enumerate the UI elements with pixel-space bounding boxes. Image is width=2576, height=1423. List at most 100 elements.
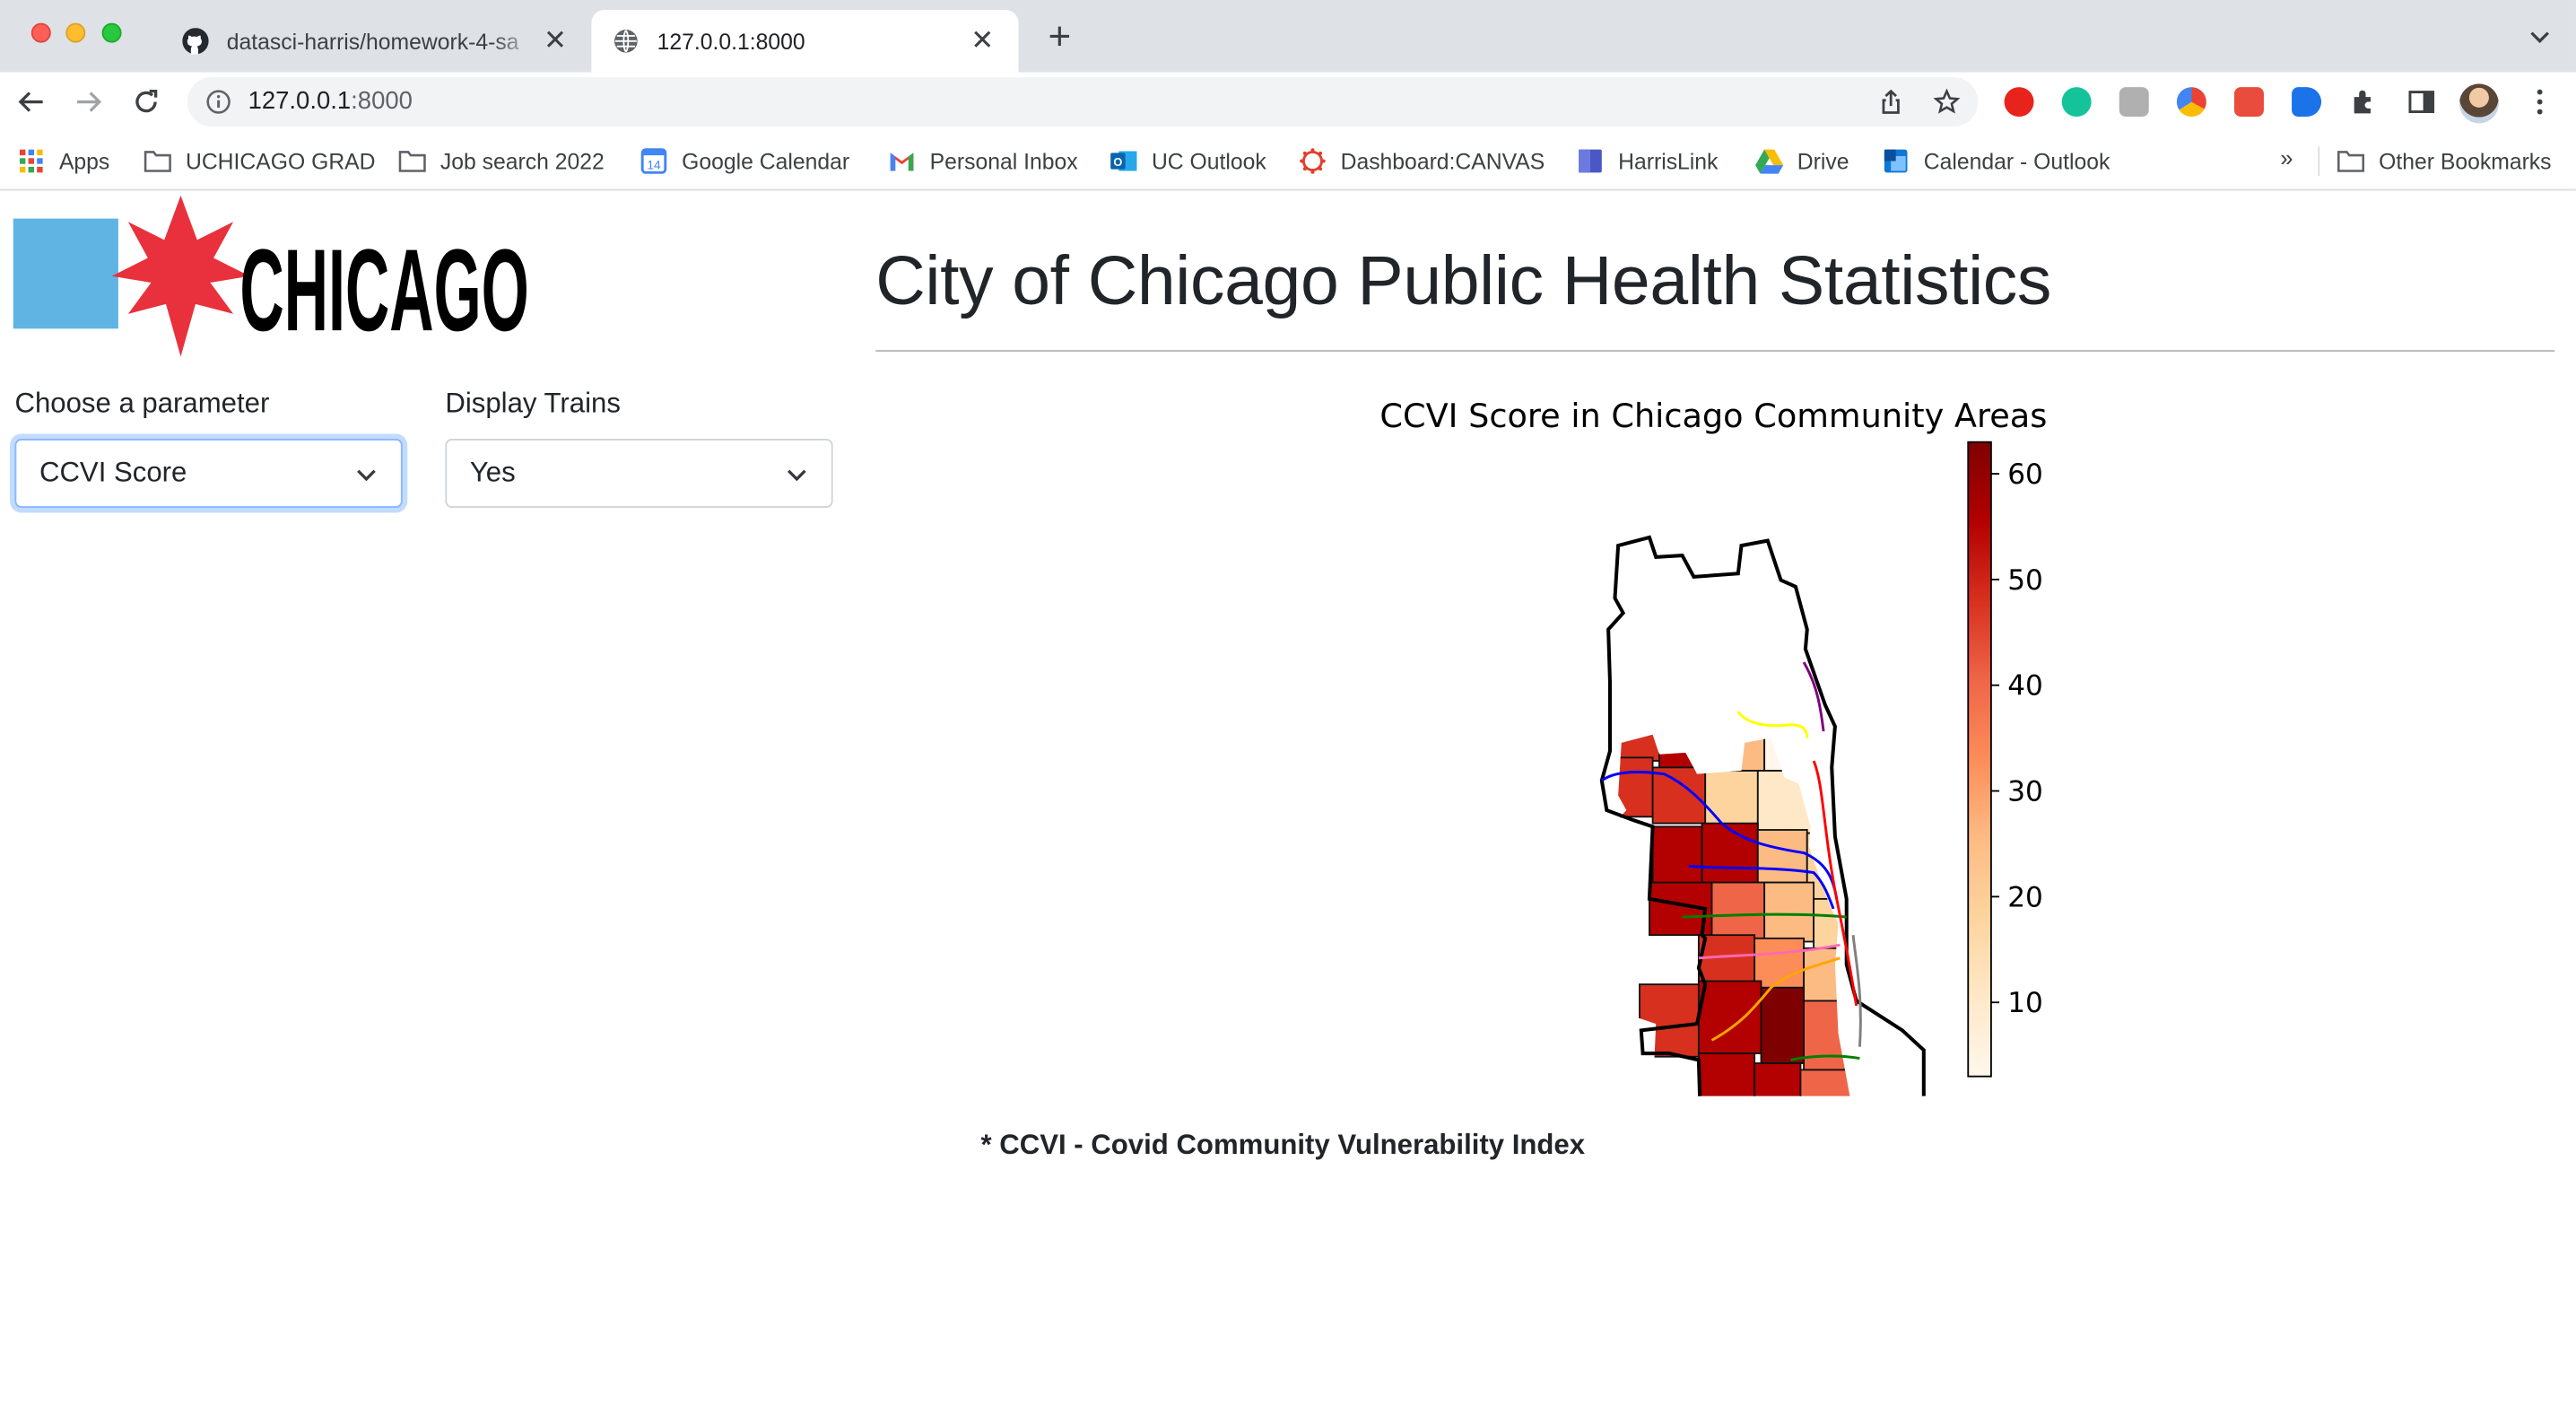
colorbar-tick-label: 10 [2007, 987, 2043, 1019]
colorbar-tick-label: 40 [2007, 670, 2043, 703]
profile-avatar[interactable] [2459, 83, 2499, 124]
canvas-icon [1298, 146, 1327, 176]
community-area-4 [1738, 541, 1791, 604]
logo-blue-square [13, 218, 118, 329]
close-tab-icon[interactable]: ✕ [966, 24, 999, 57]
outlook-icon: O [1109, 146, 1138, 176]
tab-search-chevron-icon[interactable] [2527, 23, 2553, 49]
arrow-right-icon [77, 92, 102, 112]
bookmark-star-icon[interactable] [1933, 88, 1961, 115]
bookmarks-overflow-button[interactable]: » [2280, 144, 2293, 170]
chicago-logo: CHICAGO [13, 195, 529, 357]
bookmarks-divider [2318, 146, 2320, 176]
bookmark-uchicago-grad[interactable]: UCHICAGO GRAD [143, 143, 376, 179]
bookmark-apps[interactable]: Apps [16, 143, 109, 179]
trains-select-value: Yes [469, 457, 516, 488]
new-tab-button[interactable]: + [1039, 17, 1082, 61]
apps-grid-icon [16, 146, 46, 176]
browser-tab-localhost[interactable]: 127.0.0.1:8000 ✕ [591, 9, 1019, 73]
arrow-left-icon [18, 92, 43, 112]
community-area-19 [1704, 770, 1759, 828]
reload-icon [135, 90, 158, 113]
color-extension-icon[interactable] [2176, 87, 2206, 118]
trains-select[interactable]: Yes [445, 439, 833, 508]
window-minimize-button[interactable] [65, 22, 86, 43]
bookmark-uc-outlook[interactable]: O UC Outlook [1109, 143, 1266, 179]
browser-toolbar: 127.0.0.1:8000 [0, 72, 2576, 132]
window-maximize-button[interactable] [101, 22, 122, 43]
folder-icon [397, 146, 427, 176]
chart-canvas: 60 50 40 30 20 10 [1363, 441, 2043, 1096]
community-area-17 [1606, 756, 1654, 818]
back-button[interactable] [12, 83, 51, 122]
svg-text:O: O [1113, 155, 1122, 169]
browser-tab-github[interactable]: datasci-harris/homework-4-sa ✕ [161, 10, 591, 73]
bookmark-other-bookmarks[interactable]: Other Bookmarks [2337, 143, 2552, 179]
community-area-7 [1697, 603, 1741, 652]
community-area-10 [1656, 659, 1701, 714]
bookmark-label: Dashboard:CANVAS [1340, 148, 1545, 174]
bookmark-label: UCHICAGO GRAD [185, 148, 376, 174]
community-area-26 [1710, 881, 1766, 939]
bookmark-label: UC Outlook [1151, 148, 1266, 174]
colorbar-tick-label: 50 [2007, 564, 2043, 597]
close-tab-icon[interactable]: ✕ [539, 24, 572, 57]
colorbar [1967, 441, 1992, 1078]
community-area-23 [1756, 829, 1808, 884]
pocket-extension-icon[interactable] [2292, 87, 2322, 118]
bookmark-personal-inbox[interactable]: Personal Inbox [887, 143, 1078, 179]
colorbar-tick-label: 20 [2007, 881, 2043, 913]
share-icon[interactable] [1878, 89, 1904, 115]
logo-wordmark: CHICAGO [239, 224, 528, 355]
bookmark-google-calendar[interactable]: 14 Google Calendar [639, 143, 849, 179]
more-menu-icon[interactable] [2527, 87, 2553, 117]
adblock-extension-icon[interactable] [2004, 87, 2034, 118]
bookmark-label: Apps [58, 148, 110, 174]
chevron-down-icon [788, 469, 806, 482]
bookmark-label: Google Calendar [682, 148, 850, 174]
community-area-27 [1763, 881, 1815, 943]
parameter-select[interactable]: CCVI Score [14, 439, 403, 508]
todoist-extension-icon[interactable] [2233, 87, 2264, 118]
community-area-35 [1803, 1000, 1861, 1071]
bookmark-calendar-outlook[interactable]: Calendar - Outlook [1881, 143, 2110, 179]
page-title: City of Chicago Public Health Statistics [875, 241, 2052, 319]
url-text: 127.0.0.1:8000 [248, 87, 413, 116]
bookmark-label: Job search 2022 [439, 148, 605, 174]
bookmark-job-search[interactable]: Job search 2022 [397, 143, 605, 179]
bookmark-harrislink[interactable]: HarrisLink [1576, 143, 1719, 179]
logo-red-star-icon [111, 195, 250, 357]
harrislink-icon [1576, 146, 1606, 176]
bookmark-label: HarrisLink [1618, 148, 1719, 174]
community-area-5 [1608, 603, 1652, 666]
folder-icon [143, 146, 172, 176]
bookmark-drive[interactable]: Drive [1754, 143, 1849, 179]
community-area-14 [1658, 734, 1713, 769]
parameter-select-value: CCVI Score [39, 457, 187, 488]
gray-extension-icon[interactable] [2119, 87, 2149, 118]
address-bar[interactable]: 127.0.0.1:8000 [187, 77, 1979, 127]
bookmarks-bar: Apps UCHICAGO GRAD Job search 2022 14 Go… [0, 131, 2576, 191]
community-area-22 [1701, 822, 1759, 884]
calendar-icon: 14 [639, 146, 668, 176]
reload-button[interactable] [126, 83, 166, 122]
tab-title: 127.0.0.1:8000 [657, 29, 805, 54]
site-info-icon[interactable] [205, 89, 231, 115]
chevron-down-icon [357, 469, 376, 482]
grammarly-extension-icon[interactable] [2061, 87, 2092, 118]
community-area-38 [1799, 1069, 1861, 1096]
forward-button[interactable] [69, 83, 109, 122]
tab-title: datasci-harris/homework-4-sa [226, 29, 519, 54]
window-close-button[interactable] [30, 22, 51, 43]
community-area-9 [1608, 662, 1656, 710]
bookmark-canvas[interactable]: Dashboard:CANVAS [1298, 143, 1545, 179]
svg-text:14: 14 [647, 159, 661, 172]
community-area-13 [1607, 734, 1660, 762]
bookmark-label: Drive [1797, 148, 1849, 174]
bookmark-label: Personal Inbox [929, 148, 1078, 174]
extensions-puzzle-icon[interactable] [2349, 87, 2379, 117]
community-area-8 [1741, 603, 1800, 668]
folder-icon [2337, 146, 2366, 176]
community-area-34 [1760, 986, 1806, 1064]
side-panel-icon[interactable] [2406, 87, 2436, 117]
